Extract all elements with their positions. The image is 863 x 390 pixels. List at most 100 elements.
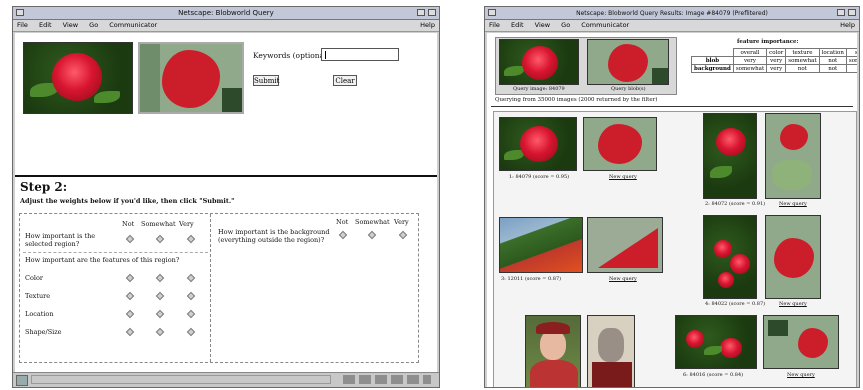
color-not-radio[interactable] [125, 273, 135, 283]
importance-row-blob: blob very very somewhat not somewhat [691, 56, 857, 65]
results-menu-communicator[interactable]: Communicator [581, 21, 629, 29]
result-3-caption: 3: 12011 (score = 0.87) [501, 276, 562, 282]
divider [210, 214, 211, 362]
feature-color-label: Color [25, 274, 43, 282]
results-window-title: Netscape: Blobworld Query Results: Image… [576, 10, 768, 17]
region-question-line2: selected region? [25, 240, 80, 248]
background-question-line2: (everything outside the region)? [218, 236, 325, 244]
region-somewhat-radio[interactable] [155, 234, 165, 244]
result-6-image[interactable] [675, 315, 757, 369]
results-maximize-icon[interactable] [848, 9, 856, 16]
window-title: Netscape: Blobworld Query [178, 9, 274, 17]
results-window: Netscape: Blobworld Query Results: Image… [484, 6, 860, 388]
feature-texture-label: Texture [25, 292, 51, 300]
result-4-new-query-link[interactable]: New query [779, 301, 807, 307]
background-somewhat-radio[interactable] [367, 230, 377, 240]
background-very-radio[interactable] [398, 230, 408, 240]
shape-not-radio[interactable] [125, 327, 135, 337]
texture-not-radio[interactable] [125, 291, 135, 301]
results-window-menu-icon[interactable] [488, 9, 496, 16]
query-blob-thumb [587, 39, 669, 85]
col-not: Not [122, 220, 135, 228]
divider-line [491, 106, 853, 107]
result-1-image[interactable] [499, 117, 577, 171]
importance-header-row: overall color texture location shape [692, 48, 857, 57]
result-5-image[interactable] [525, 315, 581, 387]
result-4-image[interactable] [703, 215, 757, 299]
weights-frame: Step 2: Adjust the weights below if you'… [15, 177, 437, 373]
result-2-mask [765, 113, 821, 199]
menu-go[interactable]: Go [89, 21, 98, 29]
result-1-new-query-link[interactable]: New query [609, 174, 637, 180]
result-1-caption: 1: 84079 (score = 0.95) [509, 174, 570, 180]
clear-button[interactable]: Clear [333, 75, 357, 86]
texture-very-radio[interactable] [186, 291, 196, 301]
bg-col-very: Very [394, 218, 409, 226]
menu-help[interactable]: Help [420, 20, 435, 31]
location-not-radio[interactable] [125, 309, 135, 319]
results-page: Query image: 84079 Query blob(s) feature… [487, 33, 857, 387]
region-mask-image[interactable] [138, 42, 244, 114]
col-very: Very [179, 220, 194, 228]
query-image-thumb [499, 39, 579, 85]
menu-file[interactable]: File [17, 21, 28, 29]
result-2-caption: 2: 84072 (score = 0.91) [705, 201, 766, 207]
results-menu-edit[interactable]: Edit [511, 21, 524, 29]
status-bar [13, 372, 439, 387]
results-menu-view[interactable]: View [535, 21, 550, 29]
menu-communicator[interactable]: Communicator [109, 21, 157, 29]
result-2-new-query-link[interactable]: New query [779, 201, 807, 207]
results-minimize-icon[interactable] [837, 9, 845, 16]
col-overall: overall [732, 48, 768, 57]
keywords-input[interactable] [321, 48, 399, 61]
background-not-radio[interactable] [338, 230, 348, 240]
window-menu-icon[interactable] [16, 9, 24, 16]
result-4-mask [765, 215, 821, 299]
menu-view[interactable]: View [63, 21, 78, 29]
feature-shape-label: Shape/Size [25, 328, 62, 336]
query-frame: Keywords (optional): Submit Clear [15, 33, 437, 177]
texture-somewhat-radio[interactable] [155, 291, 165, 301]
results-menu-go[interactable]: Go [561, 21, 570, 29]
result-5-mask [587, 315, 635, 387]
region-not-radio[interactable] [125, 234, 135, 244]
submit-button[interactable]: Submit [253, 75, 279, 86]
background-question-line1: How important is the background [218, 228, 330, 236]
result-4-caption: 4: 84022 (score = 0.87) [705, 301, 766, 307]
querying-text: Querying from 35000 images (2000 returne… [495, 97, 658, 103]
col-texture: texture [785, 48, 820, 57]
result-6-caption: 6: 84016 (score = 0.84) [683, 372, 744, 378]
result-3-mask [587, 217, 663, 273]
title-bar: Netscape: Blobworld Query [13, 7, 439, 20]
result-6-new-query-link[interactable]: New query [787, 372, 815, 378]
region-very-radio[interactable] [186, 234, 196, 244]
location-very-radio[interactable] [186, 309, 196, 319]
instructions-text: Adjust the weights below if you'd like, … [20, 197, 235, 205]
text-cursor [325, 51, 326, 59]
col-somewhat: Somewhat [141, 220, 176, 228]
result-3-new-query-link[interactable]: New query [609, 276, 637, 282]
color-somewhat-radio[interactable] [155, 273, 165, 283]
location-somewhat-radio[interactable] [155, 309, 165, 319]
col-location: location [818, 48, 847, 57]
importance-row-background: background somewhat very not not not [691, 64, 857, 73]
security-icon[interactable] [16, 375, 28, 386]
maximize-icon[interactable] [428, 9, 436, 16]
minimize-icon[interactable] [417, 9, 425, 16]
menu-edit[interactable]: Edit [39, 21, 52, 29]
result-1-mask [583, 117, 657, 171]
component-bar-icons[interactable] [343, 375, 431, 384]
query-image[interactable] [23, 42, 133, 114]
shape-very-radio[interactable] [186, 327, 196, 337]
result-3-image[interactable] [499, 217, 583, 273]
result-2-image[interactable] [703, 113, 757, 199]
color-very-radio[interactable] [186, 273, 196, 283]
results-menu-help[interactable]: Help [840, 20, 855, 31]
importance-header: feature importance: [737, 39, 799, 45]
results-menu-file[interactable]: File [489, 21, 500, 29]
shape-somewhat-radio[interactable] [155, 327, 165, 337]
importance-table: overall color texture location shape blo… [691, 48, 857, 73]
step-title: Step 2: [20, 180, 68, 194]
col-color: color [766, 48, 787, 57]
query-blobs-caption: Query blob(s) [611, 86, 646, 92]
